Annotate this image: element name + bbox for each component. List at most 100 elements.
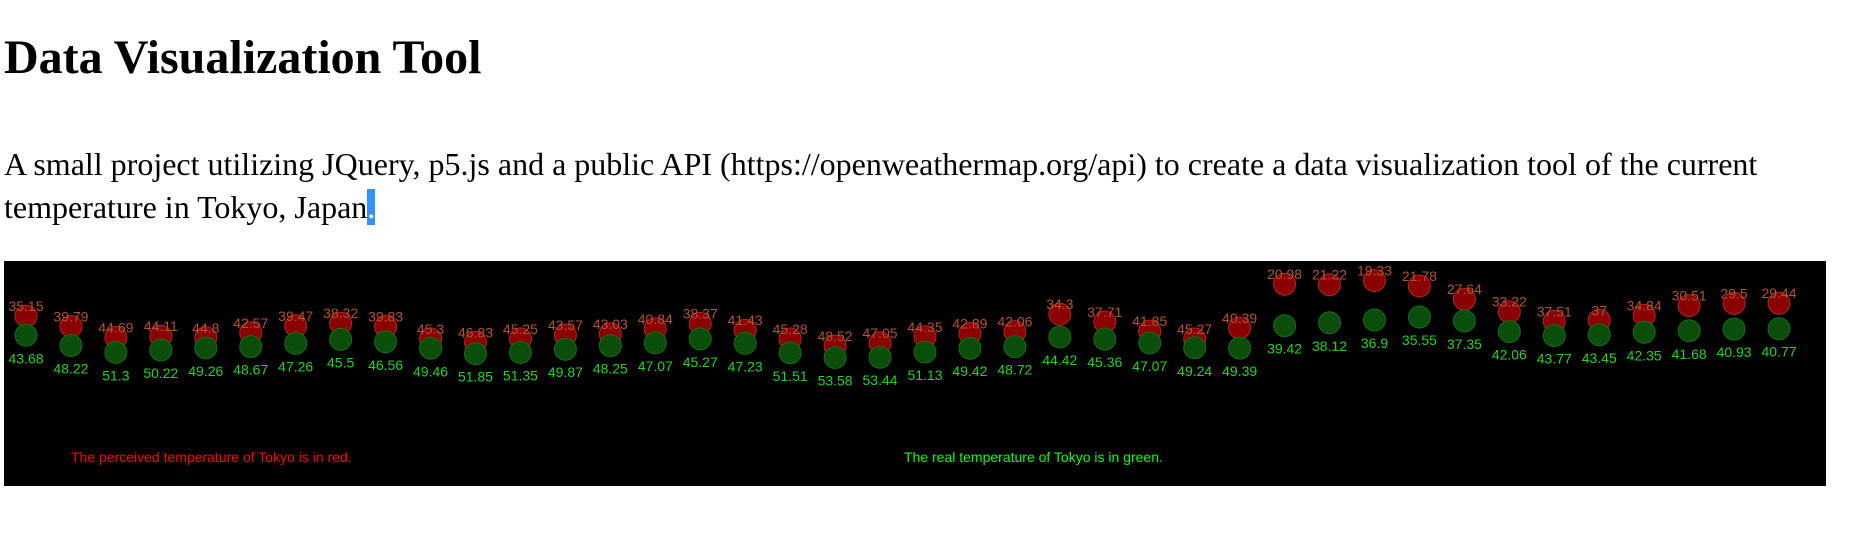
real-point bbox=[1183, 336, 1207, 360]
perceived-label: 40.84 bbox=[638, 311, 673, 327]
real-label: 49.39 bbox=[1222, 363, 1257, 379]
real-label: 47.23 bbox=[728, 358, 763, 374]
real-label: 47.07 bbox=[1132, 358, 1167, 374]
perceived-label: 43.03 bbox=[593, 316, 628, 332]
perceived-label: 47.05 bbox=[863, 325, 898, 341]
perceived-label: 34.3 bbox=[1046, 296, 1073, 312]
real-label: 40.77 bbox=[1762, 344, 1797, 360]
perceived-label: 19.33 bbox=[1357, 262, 1392, 278]
real-label: 53.58 bbox=[818, 373, 853, 389]
page-title: Data Visualization Tool bbox=[4, 31, 482, 84]
real-label: 49.26 bbox=[188, 363, 223, 379]
real-point bbox=[598, 334, 622, 358]
perceived-label: 39.47 bbox=[278, 308, 313, 324]
perceived-label: 42.57 bbox=[233, 315, 268, 331]
perceived-label: 29.5 bbox=[1720, 285, 1747, 301]
perceived-label: 42.06 bbox=[997, 314, 1032, 330]
perceived-label: 33.22 bbox=[1492, 294, 1527, 310]
perceived-label: 42.89 bbox=[952, 316, 987, 332]
real-point bbox=[1722, 317, 1746, 341]
real-point bbox=[958, 336, 982, 360]
perceived-label: 37.71 bbox=[1087, 304, 1122, 320]
real-point bbox=[59, 333, 83, 357]
real-point bbox=[823, 346, 847, 370]
real-label: 50.22 bbox=[143, 365, 178, 381]
real-label: 45.27 bbox=[683, 354, 718, 370]
selected-text: . bbox=[367, 189, 376, 225]
real-label: 48.72 bbox=[997, 362, 1032, 378]
real-label: 48.67 bbox=[233, 362, 268, 378]
real-label: 51.51 bbox=[773, 368, 808, 384]
perceived-label: 34.84 bbox=[1627, 297, 1662, 313]
real-label: 45.36 bbox=[1087, 354, 1122, 370]
real-label: 49.46 bbox=[413, 363, 448, 379]
real-label: 43.77 bbox=[1537, 350, 1572, 366]
perceived-label: 37.51 bbox=[1537, 303, 1572, 319]
real-point bbox=[239, 335, 263, 359]
real-label: 37.35 bbox=[1447, 336, 1482, 352]
real-point bbox=[1677, 319, 1701, 343]
real-label: 49.42 bbox=[952, 363, 987, 379]
real-point bbox=[1048, 325, 1072, 349]
perceived-label: 43.57 bbox=[548, 317, 583, 333]
real-point bbox=[913, 340, 937, 364]
perceived-label: 38.37 bbox=[683, 305, 718, 321]
real-label: 51.35 bbox=[503, 368, 538, 384]
real-label: 49.87 bbox=[548, 364, 583, 380]
perceived-label: 35.15 bbox=[8, 298, 43, 314]
real-label: 38.12 bbox=[1312, 338, 1347, 354]
real-point bbox=[1363, 308, 1386, 332]
perceived-label: 30.51 bbox=[1672, 288, 1707, 304]
real-point bbox=[643, 331, 667, 355]
description-text: A small project utilizing JQuery, p5.js … bbox=[4, 146, 1758, 225]
real-point bbox=[1138, 331, 1162, 355]
real-point bbox=[14, 323, 38, 347]
real-point bbox=[1542, 323, 1566, 347]
perceived-label: 44.11 bbox=[144, 318, 178, 334]
real-point bbox=[104, 340, 128, 364]
real-label: 43.45 bbox=[1582, 350, 1617, 366]
perceived-label: 45.27 bbox=[1177, 321, 1212, 337]
real-label: 47.07 bbox=[638, 358, 673, 374]
real-point bbox=[1452, 309, 1476, 333]
real-point bbox=[868, 345, 892, 369]
perceived-label: 41.43 bbox=[728, 312, 763, 328]
perceived-label: 21.22 bbox=[1312, 267, 1347, 283]
real-label: 48.22 bbox=[53, 360, 88, 376]
real-label: 53.44 bbox=[863, 372, 898, 388]
real-point bbox=[778, 341, 802, 365]
temperature-canvas: 35.15 39.79 44.69 44.11 44.8 42.57 39.47 38.32 3… bbox=[4, 261, 1826, 486]
real-point bbox=[464, 342, 487, 366]
real-label: 42.06 bbox=[1492, 347, 1527, 363]
real-label: 35.55 bbox=[1402, 332, 1437, 348]
real-point bbox=[733, 331, 757, 355]
real-point bbox=[329, 327, 353, 351]
real-label: 39.42 bbox=[1267, 341, 1302, 357]
real-point bbox=[1767, 317, 1791, 341]
temperature-chart: 35.15 39.79 44.69 44.11 44.8 42.57 39.47 38.32 3… bbox=[8, 262, 1797, 465]
real-point bbox=[1632, 320, 1656, 344]
real-point bbox=[688, 327, 712, 351]
real-label: 46.56 bbox=[368, 357, 403, 373]
perceived-label: 38.32 bbox=[323, 305, 358, 321]
real-point bbox=[419, 336, 443, 360]
real-label: 41.68 bbox=[1672, 346, 1707, 362]
real-legend-note: The real temperature of Tokyo is in gree… bbox=[904, 449, 1163, 465]
perceived-label: 39.79 bbox=[53, 309, 88, 325]
real-label: 51.3 bbox=[102, 367, 129, 383]
real-point bbox=[374, 330, 398, 354]
real-label: 43.68 bbox=[8, 350, 43, 366]
perceived-label: 27.64 bbox=[1447, 281, 1482, 297]
perceived-label: 45.28 bbox=[773, 321, 808, 337]
real-point bbox=[508, 341, 532, 365]
perceived-label: 44.8 bbox=[192, 320, 219, 336]
real-point bbox=[553, 337, 577, 361]
page-description: A small project utilizing JQuery, p5.js … bbox=[4, 143, 1866, 229]
real-point bbox=[1497, 320, 1521, 344]
real-point bbox=[1318, 311, 1342, 335]
real-label: 49.24 bbox=[1177, 363, 1212, 379]
perceived-label: 41.85 bbox=[1132, 313, 1167, 329]
real-point bbox=[284, 331, 308, 355]
real-point bbox=[1003, 335, 1027, 359]
real-point bbox=[1407, 305, 1431, 329]
